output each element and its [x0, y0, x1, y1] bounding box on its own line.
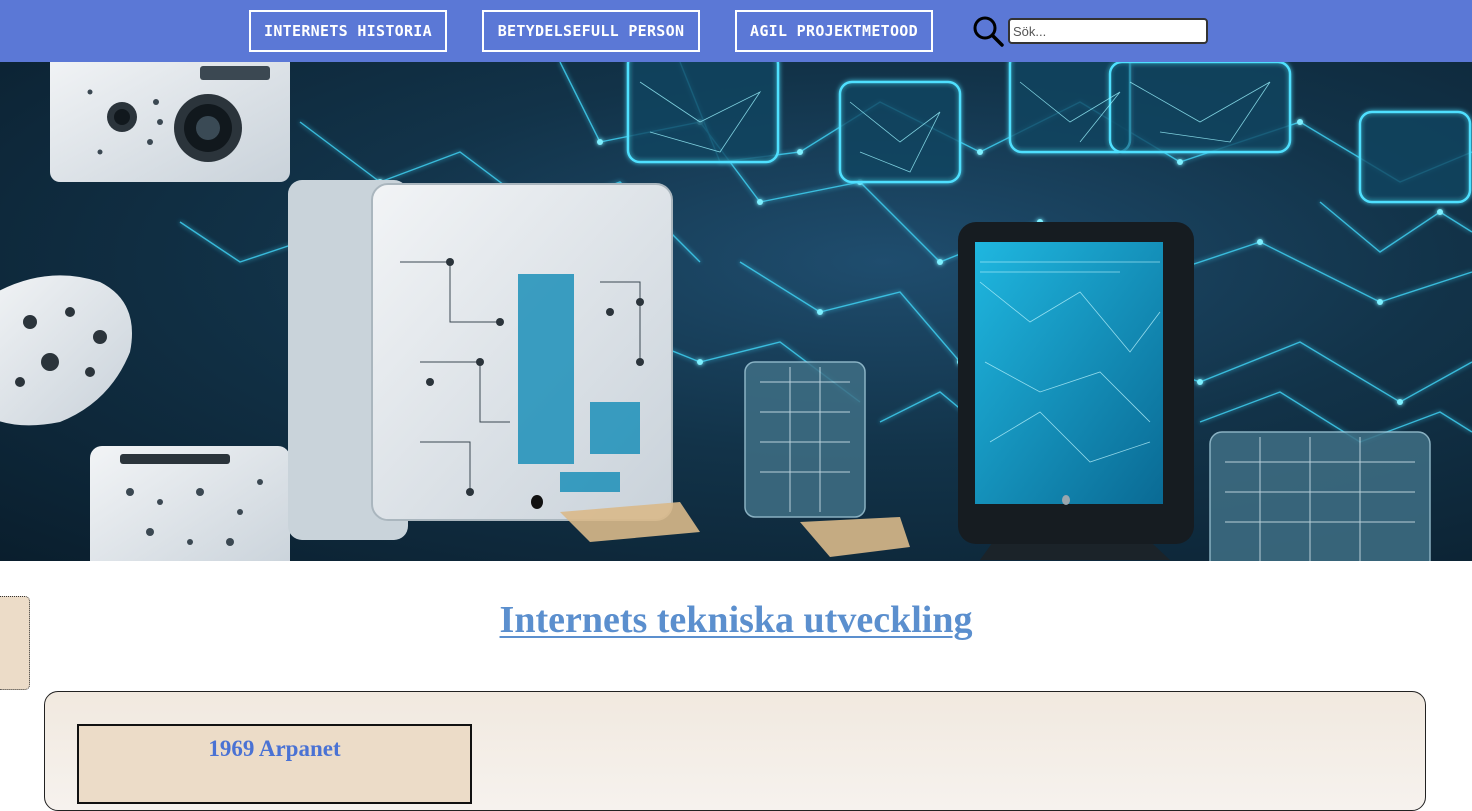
page-title: Internets tekniska utveckling — [499, 599, 973, 641]
timeline-card-title: 1969 Arpanet — [208, 736, 341, 761]
hero-image — [0, 62, 1472, 561]
network-computers-illustration — [0, 62, 1472, 561]
search-icon[interactable] — [971, 14, 1005, 48]
nav-button-internets-historia[interactable]: INTERNETS HISTORIA — [249, 10, 447, 52]
search-input[interactable] — [1008, 18, 1208, 44]
nav-button-agil-projektmetood[interactable]: AGIL PROJEKTMETOOD — [735, 10, 933, 52]
timeline-card-arpanet[interactable]: 1969 Arpanet — [77, 724, 472, 804]
nav-button-betydelsefull-person[interactable]: BETYDELSEFULL PERSON — [482, 10, 700, 52]
top-navigation: INTERNETS HISTORIA BETYDELSEFULL PERSON … — [0, 0, 1472, 62]
